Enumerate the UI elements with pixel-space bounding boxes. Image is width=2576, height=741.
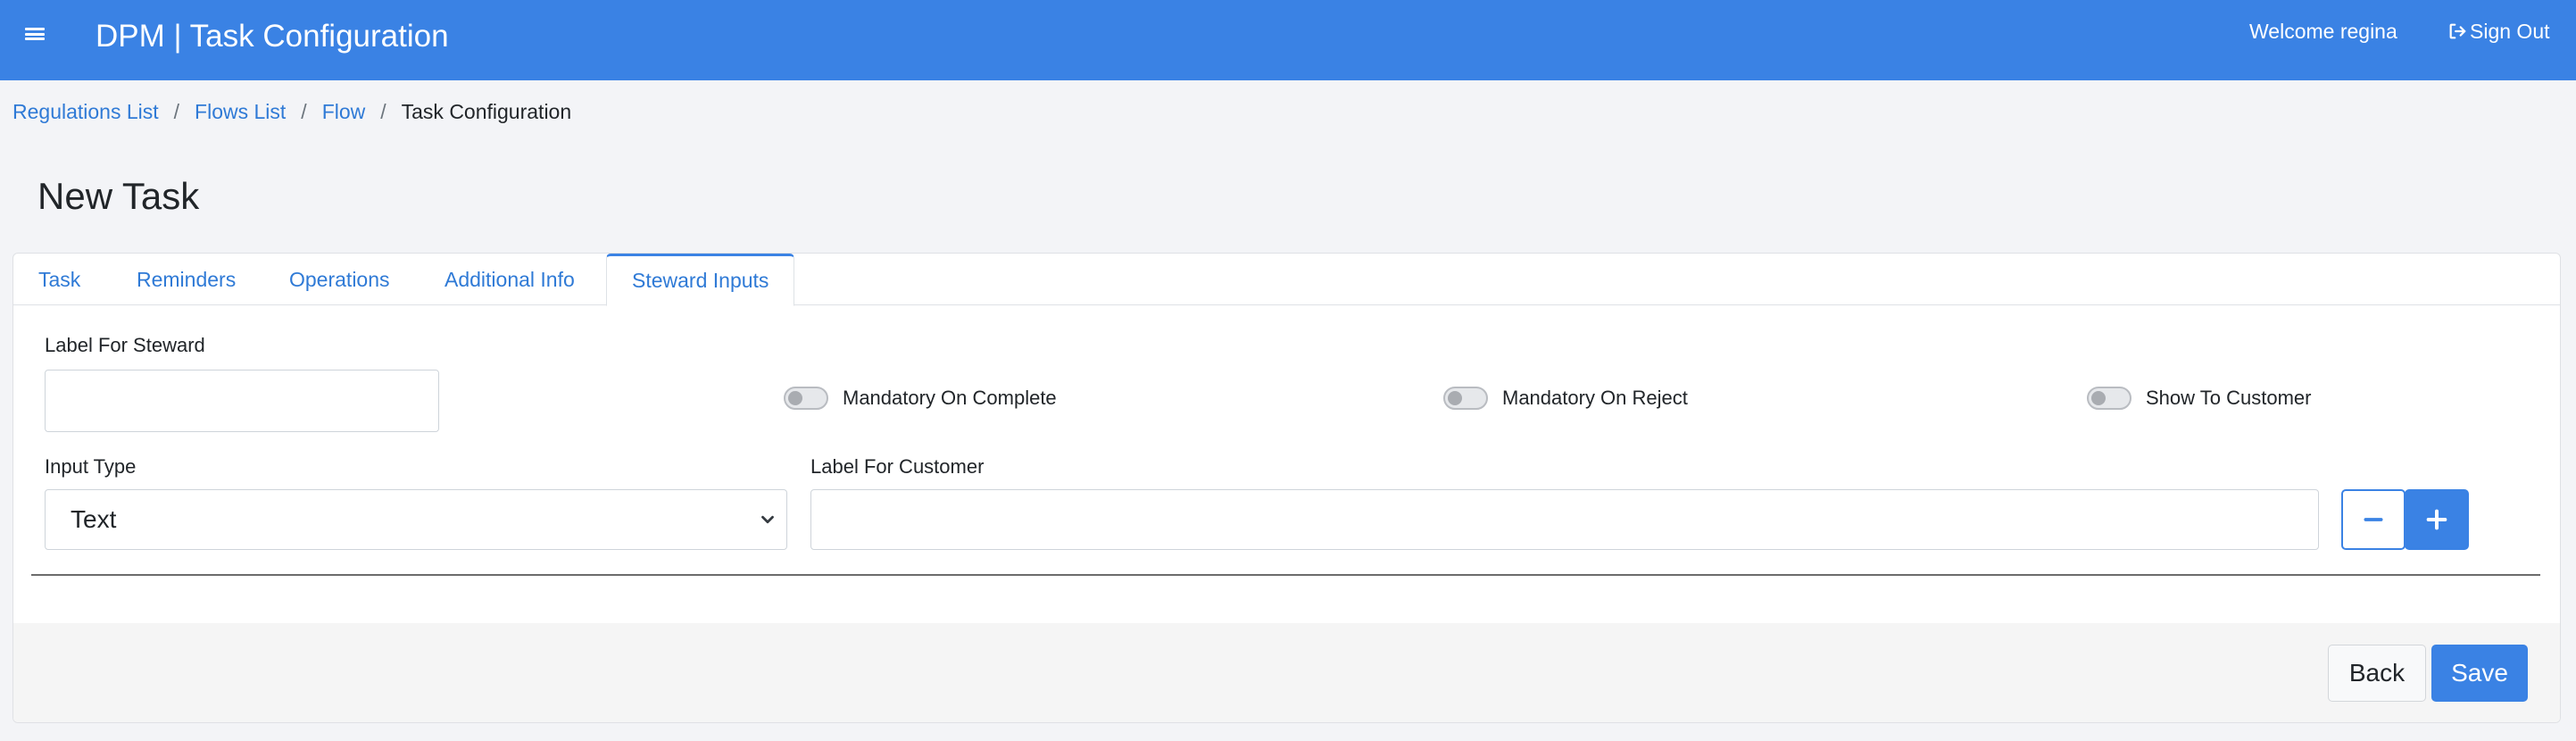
welcome-text: Welcome regina xyxy=(2249,20,2397,43)
hamburger-icon[interactable] xyxy=(25,25,45,43)
back-button[interactable]: Back xyxy=(2328,645,2426,702)
breadcrumb-current: Task Configuration xyxy=(401,100,572,123)
breadcrumb: Regulations List / Flows List / Flow / T… xyxy=(12,99,571,124)
tab-task[interactable]: Task xyxy=(38,254,80,305)
remove-input-button[interactable] xyxy=(2341,489,2406,550)
card-footer xyxy=(13,623,2560,722)
input-type-select[interactable]: Text xyxy=(45,489,787,550)
top-navbar: DPM | Task Configuration Welcome regina … xyxy=(0,0,2576,80)
section-divider xyxy=(31,574,2540,576)
input-type-label: Input Type xyxy=(45,455,137,478)
mandatory-on-complete-toggle-row: Mandatory On Complete xyxy=(784,387,1057,410)
app-title: DPM | Task Configuration xyxy=(96,19,449,54)
sign-out-link[interactable]: Sign Out xyxy=(2447,19,2550,44)
page-title: New Task xyxy=(37,175,200,217)
show-to-customer-switch[interactable] xyxy=(2087,387,2131,410)
mandatory-on-complete-switch[interactable] xyxy=(784,387,828,410)
minus-icon xyxy=(2364,518,2383,521)
show-to-customer-label: Show To Customer xyxy=(2146,387,2312,409)
mandatory-on-complete-label: Mandatory On Complete xyxy=(843,387,1057,409)
breadcrumb-regulations-list[interactable]: Regulations List xyxy=(12,99,159,124)
chevron-down-icon xyxy=(761,515,774,524)
breadcrumb-separator: / xyxy=(380,100,386,123)
save-button[interactable]: Save xyxy=(2431,645,2528,702)
label-for-customer-input[interactable] xyxy=(810,489,2319,550)
label-for-steward-input[interactable] xyxy=(45,370,439,432)
tab-additional-info[interactable]: Additional Info xyxy=(445,254,575,305)
task-card: Task Reminders Operations Additional Inf… xyxy=(12,253,2561,723)
label-for-customer-label: Label For Customer xyxy=(810,455,985,478)
input-type-value: Text xyxy=(71,505,117,533)
breadcrumb-flows-list[interactable]: Flows List xyxy=(195,99,286,124)
breadcrumb-flow[interactable]: Flow xyxy=(322,99,366,124)
plus-icon xyxy=(2426,509,2447,530)
mandatory-on-reject-label: Mandatory On Reject xyxy=(1502,387,1688,409)
sign-out-icon xyxy=(2449,23,2466,39)
show-to-customer-toggle-row: Show To Customer xyxy=(2087,387,2311,410)
tab-operations[interactable]: Operations xyxy=(289,254,390,305)
breadcrumb-separator: / xyxy=(301,100,307,123)
tab-reminders[interactable]: Reminders xyxy=(137,254,236,305)
tab-bar: Task Reminders Operations Additional Inf… xyxy=(13,254,2560,306)
sign-out-label: Sign Out xyxy=(2470,20,2550,43)
tab-steward-inputs[interactable]: Steward Inputs xyxy=(606,254,795,306)
label-for-steward-label: Label For Steward xyxy=(45,334,205,356)
add-input-button[interactable] xyxy=(2405,489,2469,550)
mandatory-on-reject-toggle-row: Mandatory On Reject xyxy=(1443,387,1688,410)
breadcrumb-separator: / xyxy=(173,100,180,123)
mandatory-on-reject-switch[interactable] xyxy=(1443,387,1488,410)
